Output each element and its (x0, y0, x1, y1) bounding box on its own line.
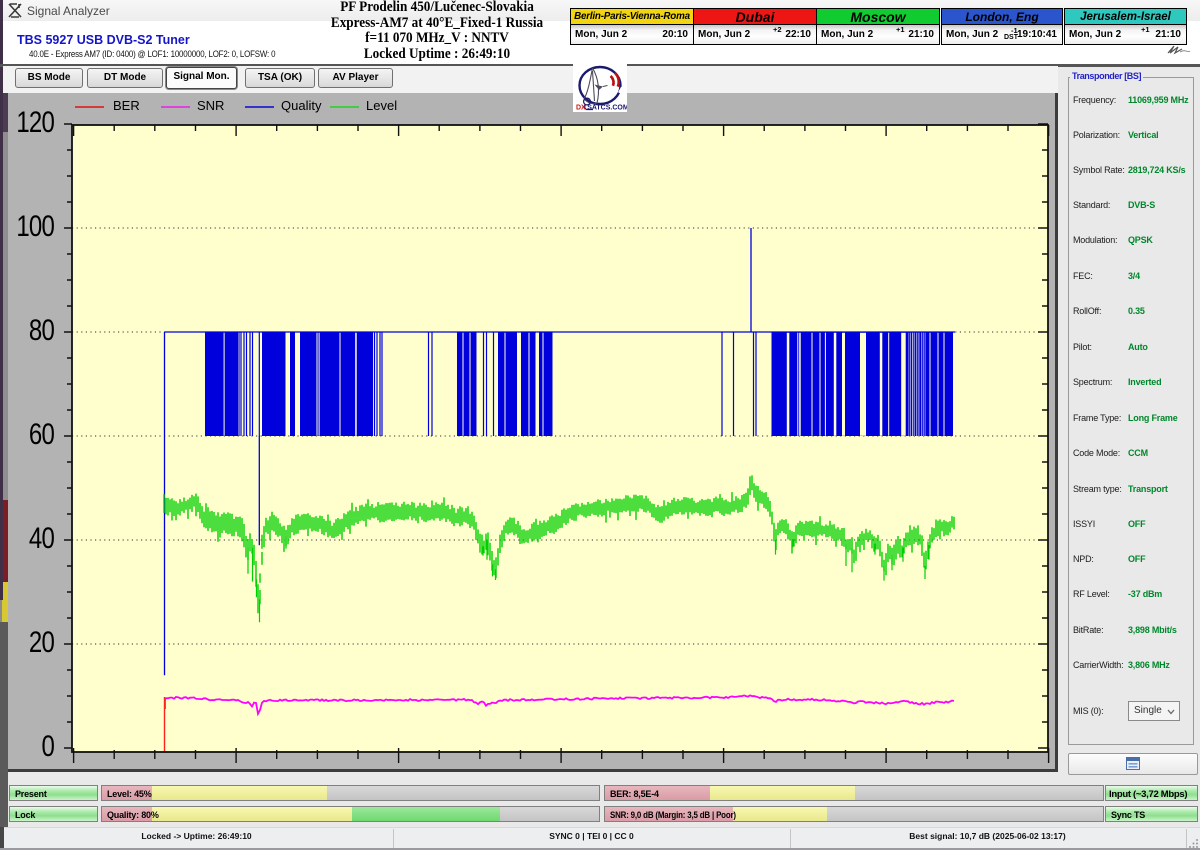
svg-text:DX: DX (576, 105, 586, 112)
svg-text:SATCS.COM: SATCS.COM (587, 105, 627, 112)
